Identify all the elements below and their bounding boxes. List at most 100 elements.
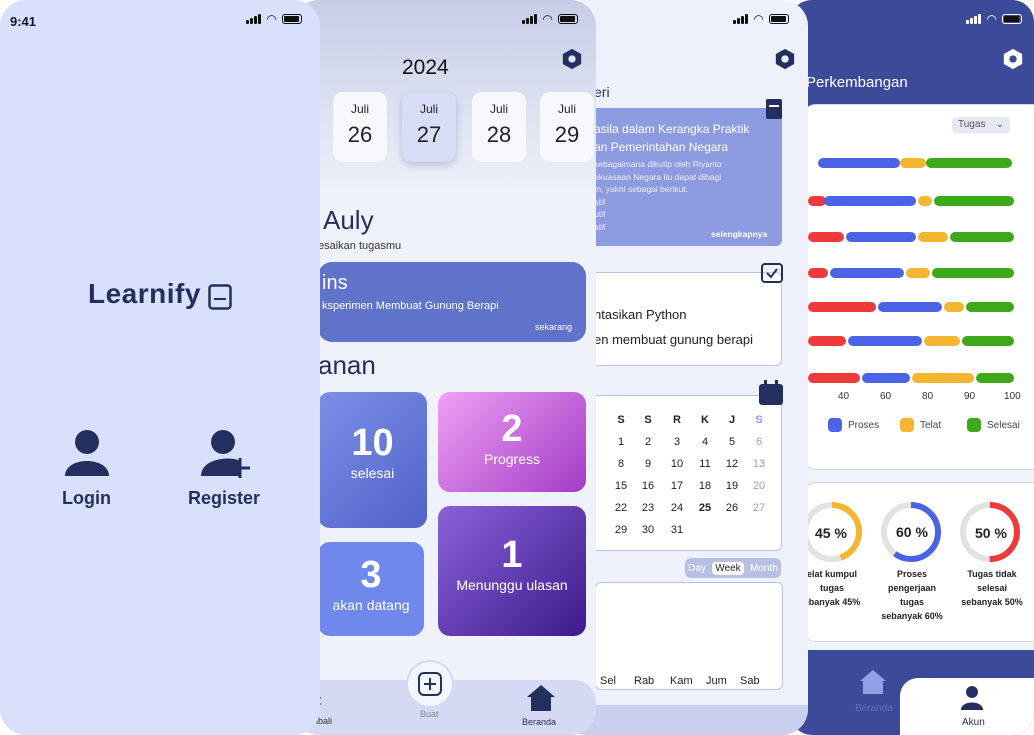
donut-value: 50 % xyxy=(975,525,1007,541)
progress-segment xyxy=(808,302,876,312)
calendar-day[interactable]: 16 xyxy=(637,480,659,492)
progress-segment xyxy=(912,373,974,383)
calendar-day[interactable]: 2 xyxy=(637,436,659,448)
calendar-day[interactable]: 26 xyxy=(721,502,743,514)
progress-segment xyxy=(830,268,904,278)
calendar-day[interactable]: 19 xyxy=(721,480,743,492)
calendar-day[interactable]: 30 xyxy=(637,524,659,536)
calendar-day[interactable]: 9 xyxy=(637,458,659,470)
page-title: Perkembangan xyxy=(806,74,908,91)
create-button[interactable] xyxy=(406,660,454,708)
calendar-day[interactable]: 13 xyxy=(748,458,770,470)
toggle-week[interactable]: Week xyxy=(712,561,744,575)
toggle-day[interactable]: Day xyxy=(688,563,706,574)
status-bar: ◠ xyxy=(733,12,790,26)
progress-segment xyxy=(976,373,1014,383)
day-label: Sab xyxy=(740,675,760,687)
account-icon[interactable] xyxy=(960,684,984,712)
bottom-nav xyxy=(790,650,1034,735)
day-label: Sel xyxy=(600,675,616,687)
tile-done[interactable]: 10 selesai xyxy=(318,392,427,528)
settings-icon[interactable] xyxy=(561,48,583,70)
read-more-link[interactable]: selengkapnya xyxy=(711,229,767,239)
brand-logo: Learnify xyxy=(88,278,201,309)
settings-icon[interactable] xyxy=(1002,48,1024,70)
calendar-day[interactable]: 18 xyxy=(694,480,716,492)
calendar-day[interactable]: 12 xyxy=(721,458,743,470)
progress-segment xyxy=(824,196,916,206)
donut-caption: Tugas tidak selesai sebanyak 50% xyxy=(961,569,1023,607)
calendar-day[interactable]: 8 xyxy=(610,458,632,470)
progress-segment xyxy=(846,232,916,242)
section-title: anan xyxy=(318,350,376,380)
task-item: en membuat gunung berapi xyxy=(594,332,754,347)
login-button[interactable]: Login xyxy=(62,488,111,509)
nav-create-label: Buat xyxy=(420,709,439,719)
date-card[interactable]: Juli 26 xyxy=(333,92,387,162)
date-card[interactable]: Juli 28 xyxy=(472,92,526,162)
toggle-month[interactable]: Month xyxy=(750,563,778,574)
x-tick: 60 xyxy=(880,391,892,402)
calendar-day[interactable]: 25 xyxy=(694,502,716,514)
progress-segment xyxy=(950,232,1014,242)
calendar-day[interactable]: 29 xyxy=(610,524,632,536)
progress-segment xyxy=(878,302,942,312)
calendar-day[interactable]: 3 xyxy=(666,436,688,448)
week-segment xyxy=(710,598,722,638)
calendar-day[interactable]: 31 xyxy=(666,524,688,536)
view-toggle[interactable]: Day Week Month xyxy=(685,558,781,578)
tile-review[interactable]: 1 Menunggu ulasan xyxy=(438,506,586,636)
status-bar: ◠ xyxy=(522,12,579,26)
x-tick: 100 xyxy=(1004,391,1021,402)
calendar-weekday: J xyxy=(728,414,736,426)
current-task-card[interactable]: ins ksperimen Membuat Gunung Berapi seka… xyxy=(318,262,586,342)
legend-telat: Telat xyxy=(900,418,941,432)
home-icon xyxy=(860,670,886,694)
legend-proses: Proses xyxy=(828,418,879,432)
progress-segment xyxy=(918,232,948,242)
progress-segment xyxy=(808,232,844,242)
calendar-day[interactable]: 27 xyxy=(748,502,770,514)
calendar-day[interactable]: 4 xyxy=(694,436,716,448)
calendar-day[interactable]: 20 xyxy=(748,480,770,492)
book-icon xyxy=(208,284,232,310)
week-segment xyxy=(744,598,756,640)
calendar-day[interactable]: 17 xyxy=(666,480,688,492)
calendar-day[interactable]: 6 xyxy=(748,436,770,448)
calendar-day[interactable]: 5 xyxy=(721,436,743,448)
calendar-day[interactable]: 22 xyxy=(610,502,632,514)
settings-icon[interactable] xyxy=(774,48,796,70)
donut-value: 45 % xyxy=(815,525,847,541)
chart-filter-select[interactable]: Tugas ⌄ xyxy=(952,117,1010,133)
progress-segment xyxy=(900,158,926,168)
calendar-day[interactable]: 15 xyxy=(610,480,632,492)
nav-home-button[interactable] xyxy=(850,664,896,704)
progress-segment xyxy=(862,373,910,383)
home-icon[interactable] xyxy=(526,684,556,712)
task-time: sekarang xyxy=(534,322,572,332)
calendar-day[interactable]: 24 xyxy=(666,502,688,514)
progress-segment xyxy=(924,336,960,346)
x-tick: 80 xyxy=(922,391,934,402)
register-user-icon[interactable] xyxy=(198,428,254,478)
progress-segment xyxy=(962,336,1014,346)
calendar-day[interactable]: 11 xyxy=(694,458,716,470)
task-title: ksperimen Membuat Gunung Berapi xyxy=(322,300,499,312)
tile-progress[interactable]: 2 Progress xyxy=(438,392,586,492)
greeting-name: Auly xyxy=(323,205,374,235)
calendar-day[interactable]: 23 xyxy=(637,502,659,514)
date-card-selected[interactable]: Juli 27 xyxy=(402,92,456,162)
calendar-day[interactable]: 1 xyxy=(610,436,632,448)
calendar-day[interactable]: 10 xyxy=(666,458,688,470)
date-card[interactable]: Juli 29 xyxy=(540,92,594,162)
register-button[interactable]: Register xyxy=(188,488,260,509)
day-label: Jum xyxy=(706,675,727,687)
calendar-weekday: K xyxy=(701,414,709,426)
login-user-icon[interactable] xyxy=(62,428,112,478)
progress-segment xyxy=(906,268,930,278)
tile-upcoming[interactable]: 3 akan datang xyxy=(318,542,424,636)
calendar-icon xyxy=(759,380,783,405)
nav-home-label: Beranda xyxy=(855,703,893,714)
legend-selesai: Selesai xyxy=(967,418,1020,432)
material-excerpt: sebagaimana dikutip oleh Riyanto ekuasaa… xyxy=(594,159,722,232)
